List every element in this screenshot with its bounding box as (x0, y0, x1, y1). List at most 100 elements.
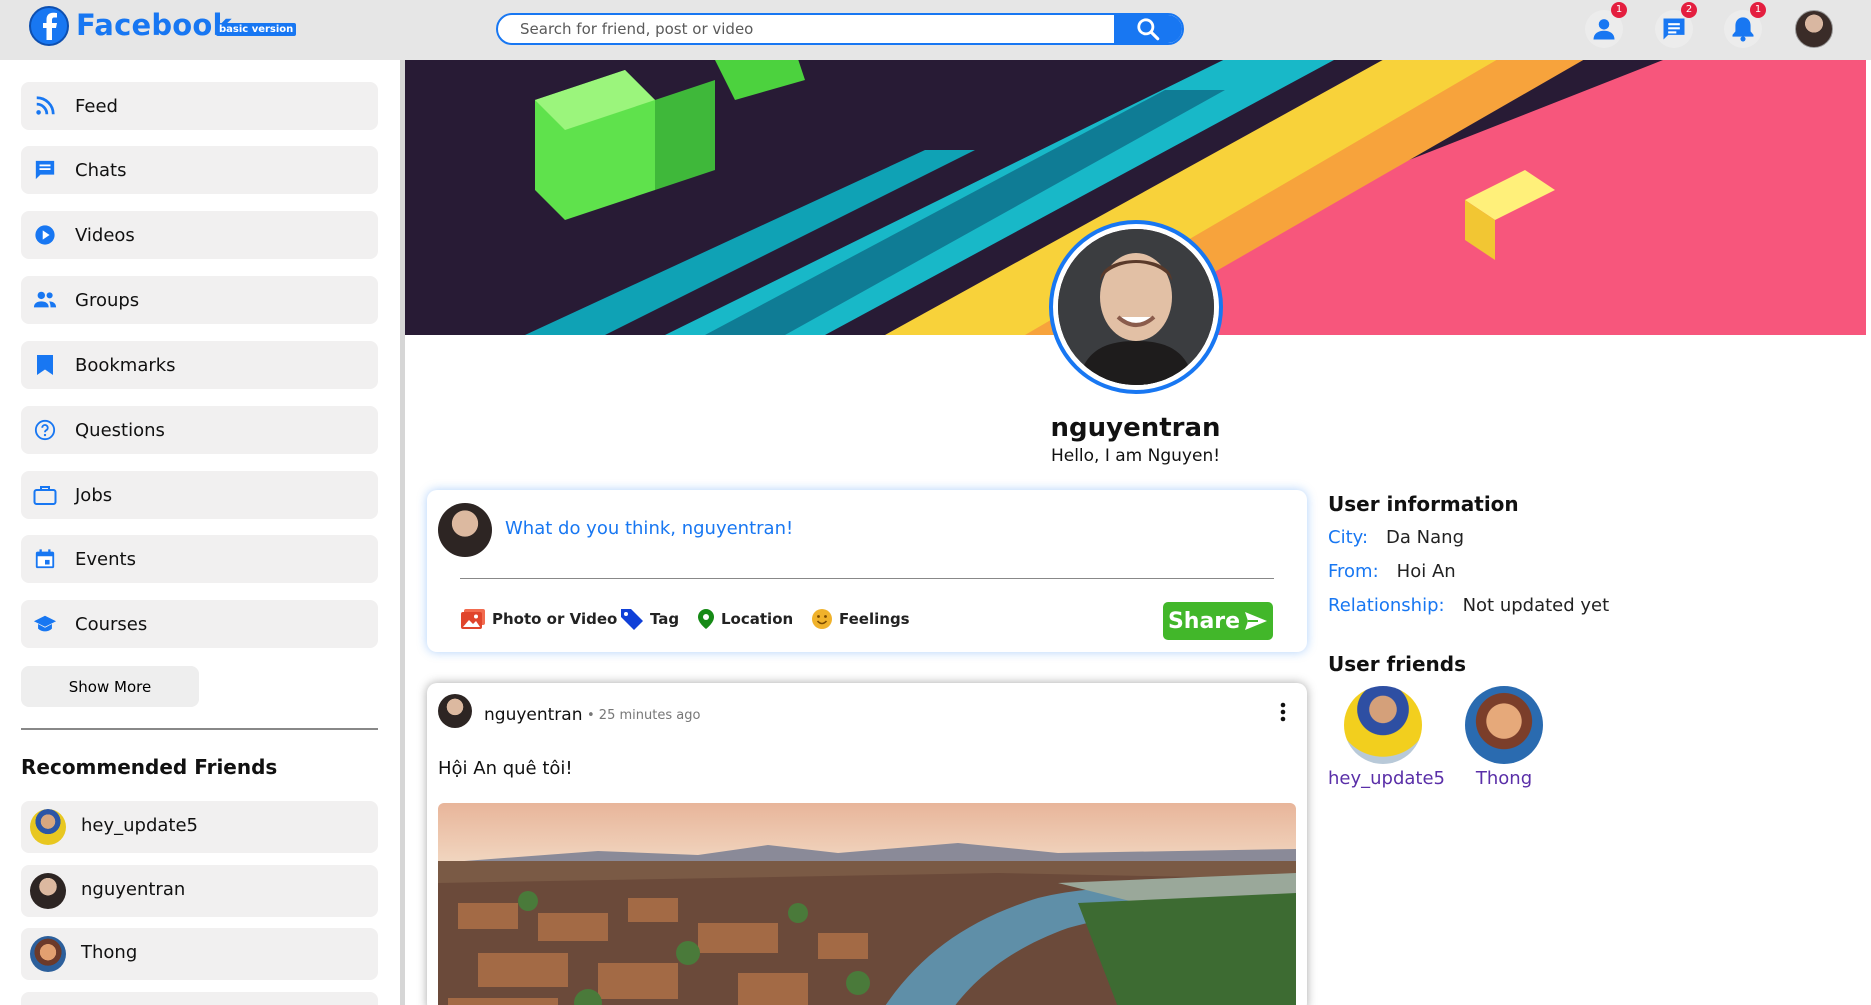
photo-video-option[interactable]: Photo or Video (460, 608, 617, 630)
messages-count: 2 (1681, 2, 1697, 18)
composer-avatar (438, 503, 492, 557)
post-more-options[interactable] (1279, 701, 1287, 727)
sidebar-item-label: Feed (75, 95, 118, 117)
user-friends-title: User friends (1328, 652, 1466, 676)
share-label: Share (1167, 608, 1241, 634)
friend-name: Thong (81, 942, 138, 963)
city-label: City: (1328, 527, 1369, 548)
sidebar-item-events[interactable]: Events (21, 535, 378, 583)
friend-avatar (30, 873, 66, 909)
relationship-label: Relationship: (1328, 595, 1445, 616)
sidebar-item-label: Videos (75, 224, 135, 246)
post-photo[interactable] (438, 803, 1296, 1005)
info-relationship: Relationship: Not updated yet (1328, 595, 1609, 616)
sidebar-item-label: Groups (75, 289, 140, 311)
profile-username: nguyentran (1050, 413, 1221, 443)
friend-requests-count: 1 (1611, 2, 1627, 18)
location-pin-icon (698, 609, 714, 629)
tag-label: Tag (650, 610, 680, 628)
search-icon (1137, 18, 1160, 41)
user-friend-name: Thong (1475, 768, 1533, 789)
user-friend-card[interactable]: Thong (1465, 686, 1543, 789)
relationship-value: Not updated yet (1462, 595, 1610, 616)
search-input[interactable] (498, 15, 1116, 43)
bell-icon (1732, 17, 1754, 42)
post-author-name[interactable]: nguyentran (484, 705, 582, 725)
share-button[interactable]: Share (1163, 602, 1273, 640)
smiley-icon (812, 609, 832, 629)
show-more-button[interactable]: Show More (21, 666, 199, 707)
person-icon (1593, 19, 1615, 40)
recommended-friend[interactable]: hey_update5 (21, 801, 378, 853)
message-icon (1663, 18, 1685, 40)
composer-prompt[interactable]: What do you think, nguyentran! (505, 518, 793, 539)
user-information-title: User information (1328, 492, 1519, 516)
top-bar: Facebook basic version 1 2 1 (0, 0, 1871, 60)
sidebar-item-courses[interactable]: Courses (21, 600, 378, 648)
profile-picture[interactable] (1049, 220, 1223, 394)
composer-divider (460, 578, 1274, 579)
sidebar-item-jobs[interactable]: Jobs (21, 471, 378, 519)
more-vertical-icon (1280, 702, 1286, 722)
location-option[interactable]: Location (697, 608, 793, 630)
feelings-option[interactable]: Feelings (811, 608, 910, 630)
sidebar-item-label: Jobs (75, 484, 113, 506)
friend-requests-button[interactable]: 1 (1585, 2, 1627, 48)
location-label: Location (721, 610, 794, 628)
notifications-button[interactable]: 1 (1724, 2, 1766, 48)
search-bar (496, 13, 1184, 45)
sidebar-item-label: Courses (75, 613, 148, 635)
sidebar-item-label: Bookmarks (75, 354, 176, 376)
info-from: From: Hoi An (1328, 561, 1456, 582)
tag-option[interactable]: Tag (620, 608, 679, 630)
from-label: From: (1328, 561, 1379, 582)
from-value: Hoi An (1396, 561, 1456, 582)
briefcase-icon (33, 483, 57, 507)
play-circle-icon (33, 223, 57, 247)
post-timestamp: • 25 minutes ago (587, 708, 701, 723)
sidebar-item-feed[interactable]: Feed (21, 82, 378, 130)
messages-button[interactable]: 2 (1655, 2, 1697, 48)
friend-avatar (30, 809, 66, 845)
recommended-friends-title: Recommended Friends (21, 755, 278, 779)
sidebar-item-label: Chats (75, 159, 127, 181)
friend-name: hey_update5 (81, 815, 199, 836)
friend-name: nguyentran (81, 879, 186, 900)
sidebar-item-chats[interactable]: Chats (21, 146, 378, 194)
graduation-cap-icon (33, 612, 57, 636)
brand-name[interactable]: Facebook (76, 8, 232, 42)
group-icon (33, 288, 57, 312)
post-text: Hội An quê tôi! (438, 758, 573, 779)
recommended-friend[interactable]: Thong (21, 928, 378, 980)
post-author-avatar[interactable] (438, 694, 472, 728)
chat-icon (33, 158, 57, 182)
facebook-logo-icon[interactable] (28, 4, 70, 48)
bookmark-icon (33, 353, 57, 377)
sidebar-divider (21, 728, 378, 730)
sidebar-item-videos[interactable]: Videos (21, 211, 378, 259)
search-button[interactable] (1114, 15, 1182, 43)
recommended-friend[interactable]: nguyentran (21, 865, 378, 917)
photo-icon (461, 609, 485, 629)
tag-icon (621, 609, 643, 630)
sidebar: Feed Chats Videos Groups Bookmarks Quest… (0, 60, 400, 1005)
profile-bio: Hello, I am Nguyen! (1050, 446, 1221, 466)
account-avatar[interactable] (1795, 10, 1833, 48)
sidebar-item-groups[interactable]: Groups (21, 276, 378, 324)
friend-avatar (30, 936, 66, 972)
sidebar-item-label: Events (75, 548, 136, 570)
calendar-icon (33, 547, 57, 571)
user-friend-card[interactable]: hey_update5 (1328, 686, 1446, 789)
post-composer: What do you think, nguyentran! Photo or … (427, 490, 1307, 652)
notifications-count: 1 (1750, 2, 1766, 18)
recommended-friend-partial[interactable] (21, 992, 378, 1005)
user-friend-avatar (1465, 686, 1543, 764)
profile-photo (1058, 229, 1214, 385)
feed-post: nguyentran • 25 minutes ago Hội An quê t… (427, 683, 1307, 1005)
feelings-label: Feelings (839, 610, 910, 628)
user-friend-name: hey_update5 (1328, 768, 1446, 789)
sidebar-item-bookmarks[interactable]: Bookmarks (21, 341, 378, 389)
user-friend-avatar (1344, 686, 1422, 764)
basic-version-badge: basic version (216, 23, 297, 36)
city-value: Da Nang (1386, 527, 1464, 548)
